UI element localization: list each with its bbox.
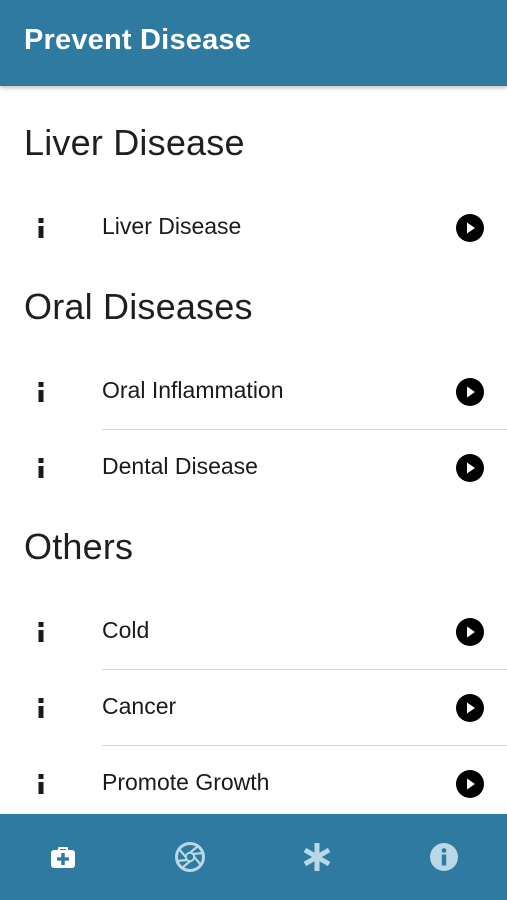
list-item-label: Cold xyxy=(102,617,150,643)
list-item-cold[interactable]: Cold xyxy=(0,594,507,669)
first-aid-kit-icon xyxy=(51,847,75,868)
list-item-label: Dental Disease xyxy=(102,453,258,479)
chevron-right-circle-icon[interactable] xyxy=(456,694,484,722)
list-item-promote-growth[interactable]: Promote Growth xyxy=(0,746,507,814)
tab-info[interactable] xyxy=(381,814,507,900)
app-bar: Prevent Disease xyxy=(0,0,507,86)
section-title-liver-disease: Liver Disease xyxy=(24,122,245,163)
bottom-tab-bar xyxy=(0,814,507,900)
list-item-dental-disease[interactable]: Dental Disease xyxy=(0,430,507,505)
tab-asterisk[interactable] xyxy=(254,814,380,900)
info-icon[interactable] xyxy=(34,456,48,480)
info-icon[interactable] xyxy=(34,380,48,404)
tab-aperture[interactable] xyxy=(127,814,253,900)
disease-list: Liver Disease Liver Disease Oral Disease… xyxy=(0,86,507,814)
tab-first-aid[interactable] xyxy=(0,814,126,900)
info-icon[interactable] xyxy=(34,696,48,720)
info-circle-icon xyxy=(430,843,458,871)
chevron-right-circle-icon[interactable] xyxy=(456,214,484,242)
section-title-others: Others xyxy=(24,526,134,567)
list-item-oral-inflammation[interactable]: Oral Inflammation xyxy=(0,354,507,429)
info-icon[interactable] xyxy=(34,772,48,796)
chevron-right-circle-icon[interactable] xyxy=(456,378,484,406)
info-icon[interactable] xyxy=(34,620,48,644)
list-item-liver-disease[interactable]: Liver Disease xyxy=(0,190,507,265)
chevron-right-circle-icon[interactable] xyxy=(456,618,484,646)
list-item-label: Liver Disease xyxy=(102,213,242,239)
app-title: Prevent Disease xyxy=(24,24,252,56)
list-item-cancer[interactable]: Cancer xyxy=(0,670,507,745)
info-icon[interactable] xyxy=(34,216,48,240)
list-item-label: Promote Growth xyxy=(102,769,270,795)
asterisk-icon xyxy=(303,843,331,871)
chevron-right-circle-icon[interactable] xyxy=(456,454,484,482)
chevron-right-circle-icon[interactable] xyxy=(456,770,484,798)
list-item-label: Cancer xyxy=(102,693,177,719)
section-title-oral-diseases: Oral Diseases xyxy=(24,286,253,327)
aperture-icon xyxy=(175,842,205,872)
list-item-label: Oral Inflammation xyxy=(102,377,284,403)
